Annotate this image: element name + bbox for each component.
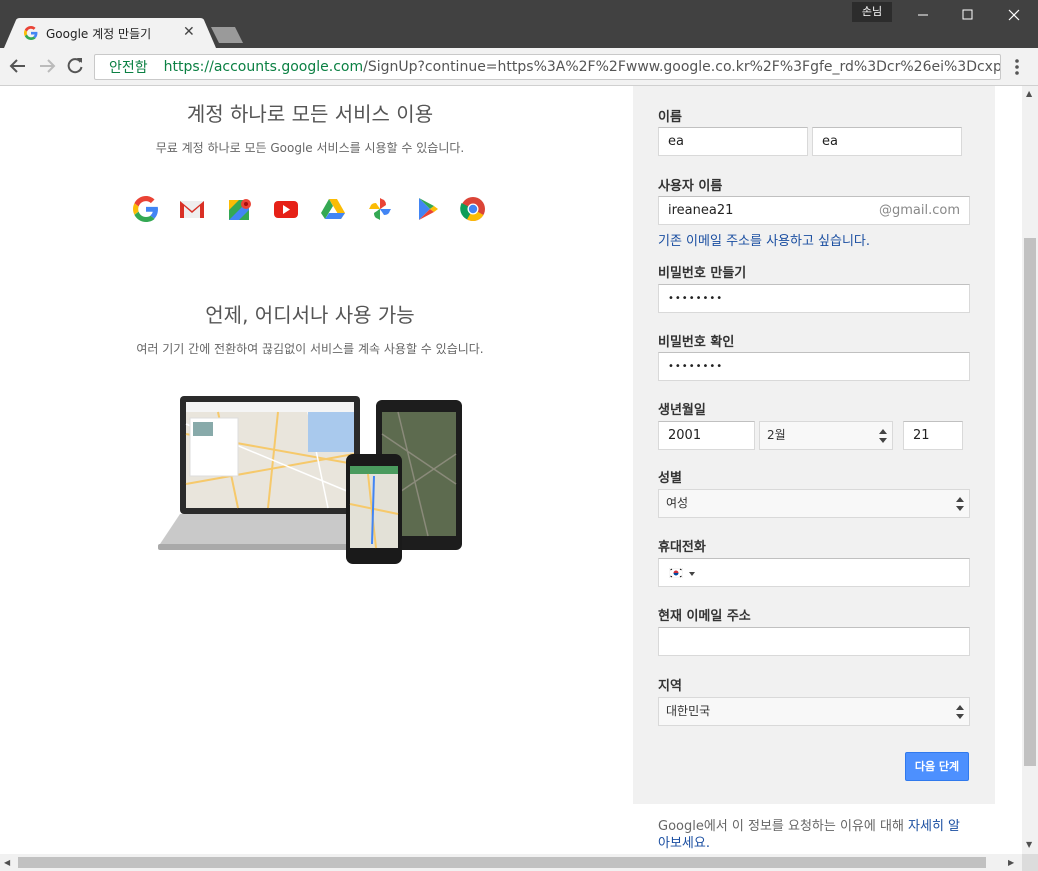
confirm-password-input[interactable]: •••••••• (658, 352, 970, 381)
browser-window: Google 계정 만들기 ✕ 손님 안전함 https://accounts.… (0, 0, 1038, 871)
photos-icon (369, 198, 391, 220)
tab-content: Google 계정 만들기 (24, 22, 204, 44)
tab-close-icon[interactable]: ✕ (183, 24, 195, 40)
heading-all-services: 계정 하나로 모든 서비스 이용 (186, 102, 434, 126)
korea-flag-icon[interactable] (669, 568, 683, 578)
password-input[interactable]: •••••••• (658, 284, 970, 313)
url-host: https://accounts.google.com (163, 59, 364, 75)
next-step-button[interactable]: 다음 단계 (905, 752, 969, 781)
horizontal-scroll-thumb[interactable] (18, 857, 986, 868)
select-arrows-icon (879, 429, 887, 443)
last-name-input[interactable]: ea (812, 127, 962, 156)
vertical-scroll-thumb[interactable] (1024, 238, 1036, 766)
region-select[interactable]: 대한민국 (658, 697, 970, 726)
page-content: 계정 하나로 모든 서비스 이용 무료 계정 하나로 모든 Google 서비스… (0, 86, 1022, 854)
minimize-icon[interactable] (911, 5, 935, 25)
select-arrows-icon (956, 705, 964, 719)
gender-label: 성별 (658, 471, 682, 486)
region-label: 지역 (658, 679, 682, 694)
play-store-icon (419, 198, 438, 220)
username-value: ireanea21 (668, 203, 734, 218)
current-email-input[interactable] (658, 627, 970, 656)
birth-year-input[interactable]: 2001 (658, 421, 755, 450)
username-input[interactable]: ireanea21 @gmail.com (658, 196, 970, 225)
forward-arrow-icon[interactable] (37, 56, 57, 76)
heading-anywhere: 언제, 어디서나 사용 가능 (205, 303, 415, 327)
secure-label[interactable]: 안전함 (109, 57, 148, 77)
name-label: 이름 (658, 110, 682, 125)
confirm-password-label: 비밀번호 확인 (658, 335, 735, 350)
phone-label: 휴대전화 (658, 540, 706, 555)
devices-illustration (158, 396, 462, 564)
drive-icon (321, 199, 345, 219)
tab-title: Google 계정 만들기 (46, 26, 152, 41)
chrome-icon (460, 197, 485, 222)
product-icons-row (133, 196, 493, 222)
url-path: /SignUp?continue=https%3A%2F%2Fwww.googl… (363, 59, 1001, 75)
country-dropdown-icon[interactable] (689, 572, 695, 576)
maps-icon (229, 199, 251, 220)
title-bar: Google 계정 만들기 ✕ 손님 (0, 0, 1038, 48)
menu-dots-icon[interactable] (1014, 58, 1020, 76)
reload-icon[interactable] (65, 56, 85, 76)
close-window-icon[interactable] (1002, 5, 1026, 25)
existing-email-link[interactable]: 기존 이메일 주소를 사용하고 싶습니다. (658, 230, 870, 249)
birth-day-input[interactable]: 21 (903, 421, 963, 450)
subtext-all-services: 무료 계정 하나로 모든 Google 서비스를 시용할 수 있습니다. (155, 141, 465, 155)
guest-profile-badge[interactable]: 손님 (852, 2, 892, 22)
username-label: 사용자 이름 (658, 179, 723, 194)
region-value: 대한민국 (666, 704, 711, 718)
url-text[interactable]: https://accounts.google.com/SignUp?conti… (163, 59, 1001, 75)
gender-select[interactable]: 여성 (658, 489, 970, 518)
google-favicon-icon (24, 26, 38, 40)
address-bar[interactable]: 안전함 https://accounts.google.com/SignUp?c… (94, 54, 1001, 80)
subtext-anywhere: 여러 기기 간에 전환하여 끊김없이 서비스를 계속 사용할 수 있습니다. (136, 342, 484, 356)
scroll-left-icon[interactable]: ◀ (4, 858, 10, 867)
phone-input[interactable] (658, 558, 970, 587)
maximize-icon[interactable] (955, 5, 979, 25)
footer-text: Google에서 이 정보를 요청하는 이유에 대해 (658, 819, 909, 834)
first-name-input[interactable]: ea (658, 127, 808, 156)
scroll-up-icon[interactable]: ▲ (1026, 89, 1032, 98)
browser-toolbar: 안전함 https://accounts.google.com/SignUp?c… (0, 48, 1038, 86)
select-arrows-icon (956, 497, 964, 511)
gender-value: 여성 (666, 496, 689, 510)
scrollbar-corner (1022, 854, 1038, 871)
birth-month-select[interactable]: 2월 (759, 421, 893, 450)
youtube-icon (274, 201, 298, 218)
scroll-right-icon[interactable]: ▶ (1008, 858, 1014, 867)
password-label: 비밀번호 만들기 (658, 266, 747, 281)
why-info-footer: Google에서 이 정보를 요청하는 이유에 대해 자세히 알아보세요. (658, 818, 968, 852)
google-icon (133, 196, 158, 222)
gmail-suffix: @gmail.com (878, 203, 960, 218)
back-arrow-icon[interactable] (8, 56, 28, 76)
gmail-icon (180, 201, 204, 218)
scroll-down-icon[interactable]: ▼ (1026, 840, 1032, 849)
new-tab-button[interactable] (211, 27, 243, 43)
birthday-label: 생년월일 (658, 403, 706, 418)
current-email-label: 현재 이메일 주소 (658, 609, 751, 624)
birth-month-value: 2월 (767, 428, 786, 442)
